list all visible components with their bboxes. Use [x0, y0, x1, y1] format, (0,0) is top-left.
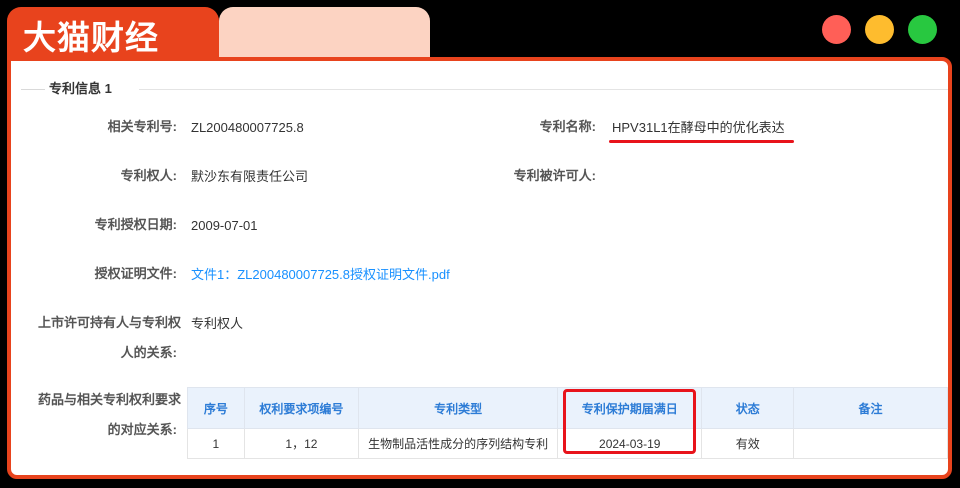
patent-name-label: 专利名称:	[539, 119, 596, 134]
patent-name-value: HPV31L1在酵母中的优化表达	[612, 120, 785, 135]
relation-label-line1: 上市许可持有人与专利权	[37, 315, 181, 330]
claims-label-line1: 药品与相关专利权利要求	[37, 392, 181, 407]
column-header-patent-type: 专利类型	[358, 387, 559, 429]
column-header-claim-number: 权利要求项编号	[243, 387, 360, 429]
claims-label-line2: 的对应关系:	[107, 422, 177, 437]
highlight-underline	[609, 140, 794, 143]
relation-label-line2: 人的关系:	[120, 345, 177, 360]
divider	[139, 89, 948, 90]
column-header-status: 状态	[701, 387, 794, 429]
patent-number-label: 相关专利号:	[107, 119, 177, 134]
brand-tab[interactable]: 大猫财经Pro	[7, 7, 219, 101]
cell-patent-type: 生物制品活性成分的序列结构专利	[358, 428, 559, 459]
divider	[21, 89, 45, 90]
licensee-label: 专利被许可人:	[513, 168, 596, 183]
patent-info-panel: 专利信息 1 相关专利号: ZL200480007725.8 专利名称: HPV…	[7, 57, 952, 479]
patent-number-value: ZL200480007725.8	[191, 120, 304, 135]
secondary-tab[interactable]	[219, 7, 430, 63]
grant-date-label: 专利授权日期:	[94, 217, 177, 232]
expiry-date-highlight-box	[563, 389, 696, 454]
section-header: 专利信息 1	[11, 77, 948, 101]
minimize-window-button[interactable]	[865, 15, 894, 44]
certificate-label: 授权证明文件:	[94, 266, 177, 281]
grant-date-value: 2009-07-01	[191, 218, 258, 233]
cell-status: 有效	[701, 428, 794, 459]
patent-holder-label: 专利权人:	[120, 168, 177, 183]
cell-remarks	[792, 428, 948, 459]
column-header-remarks: 备注	[792, 387, 948, 429]
maximize-window-button[interactable]	[908, 15, 937, 44]
section-title: 专利信息 1	[49, 81, 112, 96]
relation-value: 专利权人	[191, 316, 244, 331]
cell-claim-number: 1，12	[243, 428, 360, 459]
certificate-file-link[interactable]: 文件1：ZL200480007725.8授权证明文件.pdf	[191, 266, 450, 284]
patent-holder-value: 默沙东有限责任公司	[191, 169, 309, 184]
cell-index: 1	[187, 428, 245, 459]
column-header-index: 序号	[187, 387, 245, 429]
close-window-button[interactable]	[822, 15, 851, 44]
